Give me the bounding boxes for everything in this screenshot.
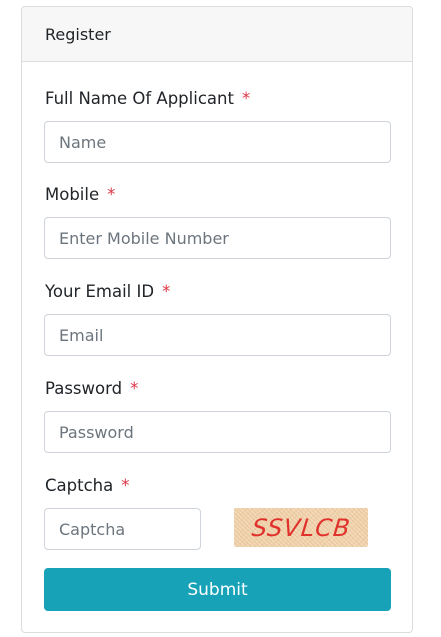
card-header: Register: [22, 7, 412, 62]
email-label: Your Email ID *: [45, 282, 170, 302]
captcha-label: Captcha *: [45, 476, 129, 496]
email-label-text: Your Email ID: [45, 282, 155, 301]
captcha-label-text: Captcha: [45, 476, 114, 495]
full-name-label-text: Full Name Of Applicant: [45, 89, 234, 108]
submit-button[interactable]: Submit: [44, 568, 391, 611]
full-name-label: Full Name Of Applicant *: [45, 89, 250, 109]
mobile-label-text: Mobile: [45, 185, 100, 204]
card-title: Register: [45, 25, 111, 44]
password-label: Password *: [45, 379, 138, 399]
captcha-input[interactable]: [44, 508, 201, 550]
captcha-image-text: SSVLCB: [250, 513, 352, 542]
full-name-input[interactable]: [44, 121, 391, 163]
password-input[interactable]: [44, 411, 391, 453]
email-input[interactable]: [44, 314, 391, 356]
required-marker: *: [121, 476, 130, 495]
mobile-label: Mobile *: [45, 185, 115, 205]
required-marker: *: [162, 282, 171, 301]
captcha-image: SSVLCB: [234, 508, 368, 547]
required-marker: *: [107, 185, 116, 204]
required-marker: *: [130, 379, 139, 398]
mobile-input[interactable]: [44, 217, 391, 259]
register-card: Register Full Name Of Applicant * Mobile *…: [21, 6, 413, 633]
required-marker: *: [241, 89, 251, 108]
password-label-text: Password: [45, 379, 123, 398]
